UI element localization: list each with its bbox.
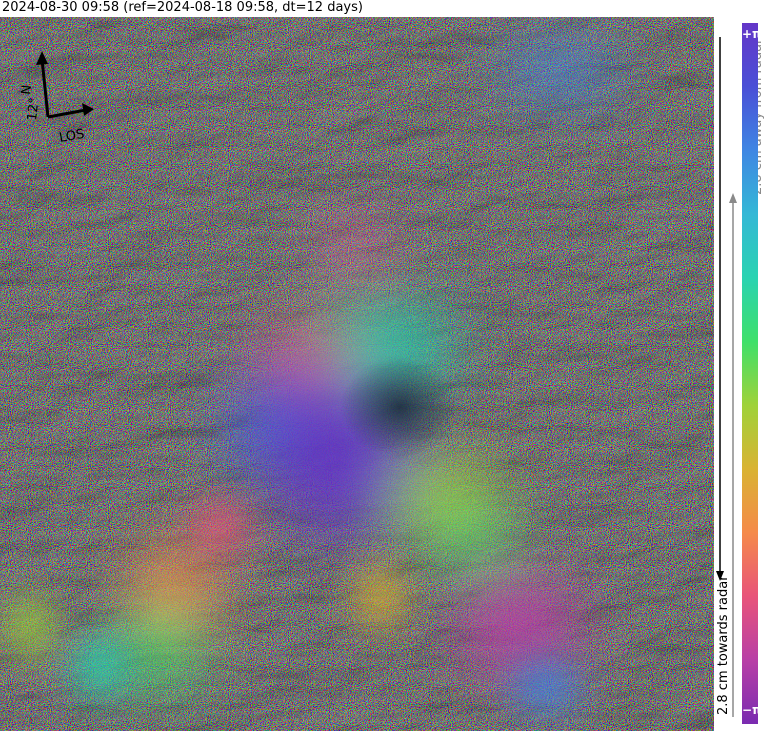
interferogram-icon: N 12° LOS — [0, 17, 714, 731]
interferogram-map: N 12° LOS — [0, 17, 714, 731]
figure-title: 2024-08-30 09:58 (ref=2024-08-18 09:58, … — [2, 0, 363, 15]
north-label: N — [19, 84, 35, 95]
colorbar: 2.8 cm away from radar 2.8 cm towards ra… — [714, 17, 764, 731]
angle-label: 12° — [25, 97, 42, 121]
